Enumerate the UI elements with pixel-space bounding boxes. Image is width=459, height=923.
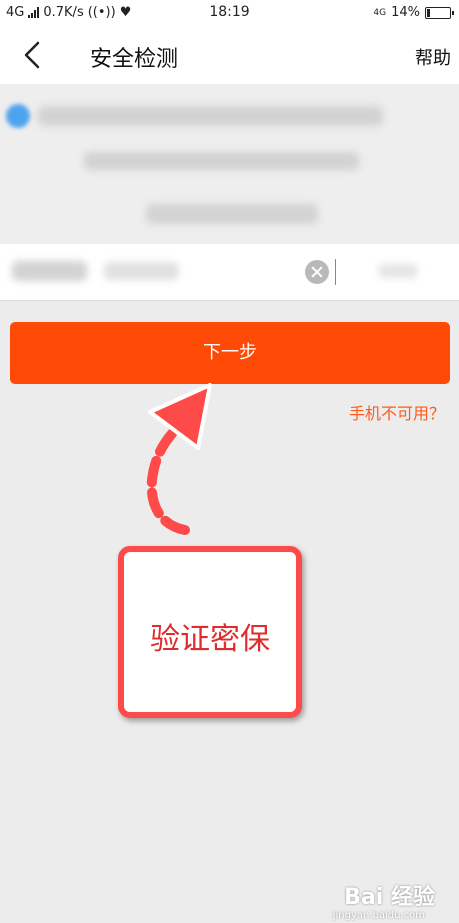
clear-input-icon[interactable]: [305, 260, 329, 284]
chevron-left-icon: [24, 41, 40, 69]
page-title: 安全检测: [90, 47, 179, 72]
battery-percent: 14%: [391, 5, 420, 20]
watermark-sub: jingyan.baidu.com: [332, 910, 425, 921]
blurred-value: [104, 262, 179, 280]
verification-input-row[interactable]: [0, 244, 459, 301]
network-type-right: 4G: [373, 7, 387, 18]
nav-bar: 安全检测 帮助: [0, 26, 459, 84]
arrow-curve: [146, 420, 190, 535]
back-button[interactable]: [18, 40, 48, 70]
radio-icon[interactable]: [6, 104, 30, 128]
battery-icon: [425, 6, 454, 19]
phone-unavailable-link[interactable]: 手机不可用？: [349, 400, 445, 424]
blurred-label: [12, 261, 87, 281]
help-link[interactable]: 帮助: [415, 44, 451, 70]
text-cursor: [335, 259, 336, 285]
status-bar: 4G 0.7K/s ((•)) ♥ 18:19 4G 14%: [0, 0, 459, 26]
blurred-text: [146, 204, 318, 224]
blurred-info-area: [0, 84, 459, 244]
next-step-button[interactable]: 下一步: [10, 322, 450, 384]
arrow-head: [148, 383, 212, 450]
annotation-box: 验证密保: [118, 546, 302, 718]
annotation-label: 验证密保: [150, 622, 270, 657]
blurred-text: [38, 106, 383, 126]
blurred-resend[interactable]: [378, 264, 418, 278]
status-right: 4G 14%: [373, 5, 454, 20]
watermark: Bai 经验: [344, 885, 435, 910]
blurred-text: [84, 152, 359, 170]
